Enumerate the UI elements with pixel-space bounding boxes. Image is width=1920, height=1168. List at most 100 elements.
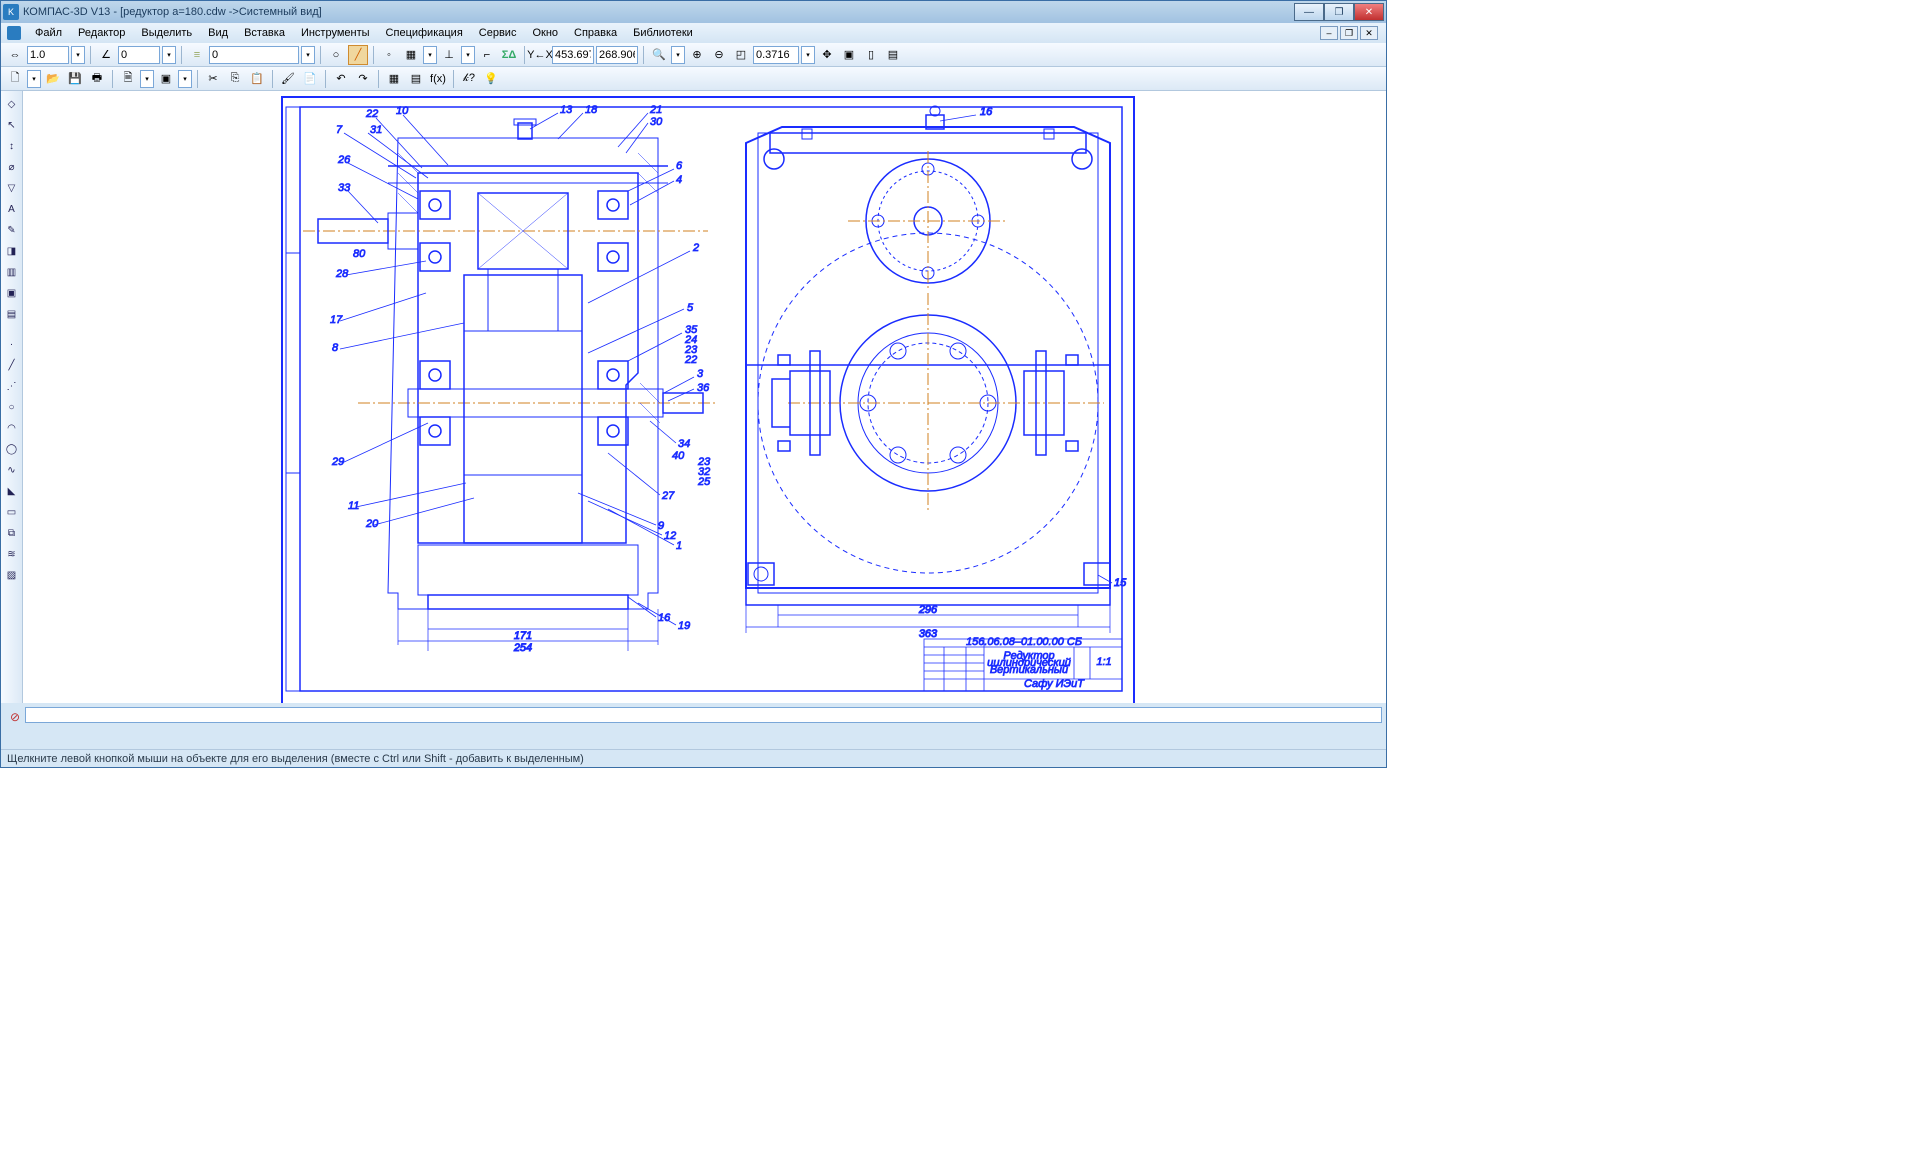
cut-icon[interactable]: ✂ [203,69,223,89]
tool-arc-icon[interactable]: ◠ [3,419,21,437]
minimize-button[interactable]: — [1294,3,1324,21]
tool-ellipse-icon[interactable]: ◯ [3,440,21,458]
command-input[interactable] [25,707,1382,723]
new-dropdown[interactable]: ▾ [27,70,41,88]
close-button[interactable]: ✕ [1354,3,1384,21]
zoom-out-icon[interactable]: ⊖ [709,45,729,65]
copy-icon[interactable]: ⎘ [225,69,245,89]
tool-spline-icon[interactable]: ∿ [3,461,21,479]
step-dropdown[interactable]: ▾ [71,46,85,64]
save-icon[interactable]: 💾 [65,69,85,89]
tool-hatch-icon[interactable]: ▨ [3,566,21,584]
tool-point-icon[interactable]: · [3,335,21,353]
zoom-dropdown[interactable]: ▾ [801,46,815,64]
pan-icon[interactable]: ✥ [817,45,837,65]
tool-aux-icon[interactable]: ⋰ [3,377,21,395]
spec-icon[interactable]: ▤ [406,69,426,89]
print-icon[interactable]: 🖶 [87,69,107,89]
menu-window[interactable]: Окно [524,25,566,41]
doc-mgr-icon[interactable]: ▣ [156,69,176,89]
zoom-all-icon[interactable]: 🔍 [649,45,669,65]
view-prev-icon[interactable]: ▯ [861,45,881,65]
app-menu-icon[interactable] [7,26,21,40]
doc-mgr-dropdown[interactable]: ▾ [178,70,192,88]
tool-spec-icon[interactable]: ▤ [3,305,21,323]
tool-line-icon[interactable]: ╱ [3,356,21,374]
angle-icon[interactable]: ∠ [96,45,116,65]
snap-dropdown[interactable]: ▾ [461,46,475,64]
tool-geometry-icon[interactable]: ◇ [3,95,21,113]
angle-input[interactable] [118,46,160,64]
about-icon[interactable]: 💡 [481,69,501,89]
drawing-canvas[interactable]: 171 254 22 10 13 18 21 30 7 31 26 [23,91,1386,703]
zoom-in-icon[interactable]: ⊕ [687,45,707,65]
title-bar[interactable]: K КОМПАС-3D V13 - [редуктор a=180.cdw ->… [1,1,1386,23]
zoom-input[interactable] [753,46,799,64]
stop-icon[interactable]: ⊘ [5,707,25,727]
grid-dropdown[interactable]: ▾ [423,46,437,64]
tool-select2-icon[interactable]: ▣ [3,284,21,302]
tool-equid-icon[interactable]: ≋ [3,545,21,563]
preview-dropdown[interactable]: ▾ [140,70,154,88]
help-icon[interactable]: 𝓀? [459,69,479,89]
tool-param-icon[interactable]: ◨ [3,242,21,260]
step-input[interactable] [27,46,69,64]
menu-view[interactable]: Вид [200,25,236,41]
zoom-all-dropdown[interactable]: ▾ [671,46,685,64]
zoom-window-icon[interactable]: ◰ [731,45,751,65]
mdi-max-button[interactable]: ❐ [1340,26,1358,40]
undo-icon[interactable]: ↶ [331,69,351,89]
tool-rect-icon[interactable]: ▭ [3,503,21,521]
library-icon[interactable]: ▦ [384,69,404,89]
menu-help[interactable]: Справка [566,25,625,41]
properties-icon[interactable]: 📄 [300,69,320,89]
svg-text:3: 3 [697,368,704,380]
tool-measure-icon[interactable]: ▥ [3,263,21,281]
svg-text:254: 254 [513,642,532,654]
coord-x-input[interactable] [552,46,594,64]
round-icon[interactable]: ΣΔ [499,45,519,65]
tool-text-icon[interactable]: A [3,200,21,218]
menu-tools[interactable]: Инструменты [293,25,378,41]
tool-designate-icon[interactable]: ⌀ [3,158,21,176]
tool-collect-icon[interactable]: ⧉ [3,524,21,542]
cursor-step-icon[interactable]: ⇔ [5,45,25,65]
tool-circle-icon[interactable]: ○ [3,398,21,416]
format-brush-icon[interactable]: 🖌 [278,69,298,89]
mdi-close-button[interactable]: ✕ [1360,26,1378,40]
maximize-button[interactable]: ❐ [1324,3,1354,21]
open-icon[interactable]: 📂 [43,69,63,89]
grid-icon[interactable]: ▦ [401,45,421,65]
snap-end-icon[interactable]: ◦ [379,45,399,65]
new-icon[interactable]: 🗋 [5,69,25,89]
preview-icon[interactable]: 🗎 [118,69,138,89]
menu-file[interactable]: Файл [27,25,70,41]
paste-icon[interactable]: 📋 [247,69,267,89]
tool-select-icon[interactable]: ↖ [3,116,21,134]
menu-insert[interactable]: Вставка [236,25,293,41]
view-next-icon[interactable]: ▤ [883,45,903,65]
coord-y-input[interactable] [596,46,638,64]
tool-rough-icon[interactable]: ▽ [3,179,21,197]
variables-icon[interactable]: f(x) [428,69,448,89]
ortho-icon[interactable]: ⌐ [477,45,497,65]
coord-label-icon[interactable]: Y←X [530,45,550,65]
snap-point-icon[interactable]: ○ [326,45,346,65]
tool-dim-icon[interactable]: ↕ [3,137,21,155]
style-icon[interactable]: ≡ [187,45,207,65]
tool-chamfer-icon[interactable]: ◣ [3,482,21,500]
redraw-icon[interactable]: ▣ [839,45,859,65]
menu-select[interactable]: Выделить [133,25,200,41]
style-dropdown[interactable]: ▾ [301,46,315,64]
mdi-min-button[interactable]: – [1320,26,1338,40]
snap-line-icon[interactable]: ╱ [348,45,368,65]
menu-spec[interactable]: Спецификация [378,25,471,41]
menu-libs[interactable]: Библиотеки [625,25,701,41]
style-input[interactable] [209,46,299,64]
menu-editor[interactable]: Редактор [70,25,133,41]
tool-edit-icon[interactable]: ✎ [3,221,21,239]
menu-service[interactable]: Сервис [471,25,525,41]
snap-perp-icon[interactable]: ⊥ [439,45,459,65]
angle-dropdown[interactable]: ▾ [162,46,176,64]
redo-icon[interactable]: ↷ [353,69,373,89]
